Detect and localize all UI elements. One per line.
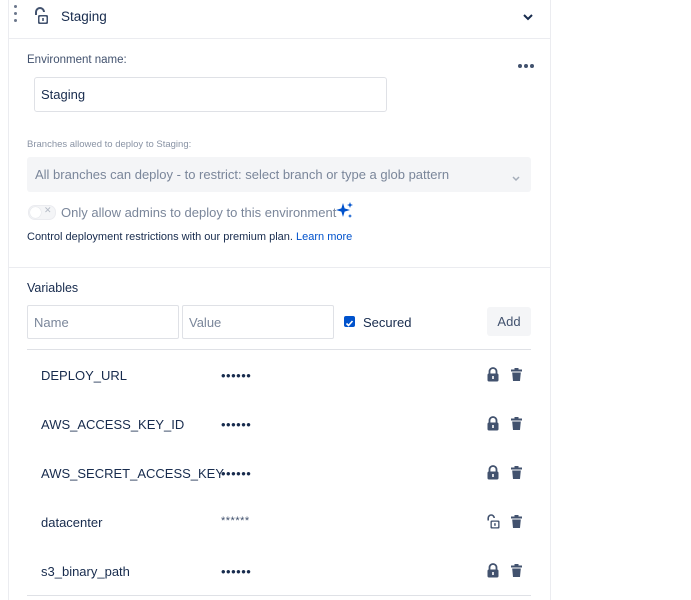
admins-only-toggle[interactable]: ✕ (28, 205, 56, 220)
branch-select[interactable]: All branches can deploy - to restrict: s… (27, 157, 531, 192)
variable-value: •••••• (221, 417, 252, 432)
lock-icon[interactable] (487, 416, 499, 436)
lock-open-icon[interactable] (487, 514, 500, 534)
variable-name: AWS_SECRET_ACCESS_KEY (41, 466, 225, 481)
lock-open-icon (33, 7, 49, 30)
variable-name: s3_binary_path (41, 564, 130, 579)
table-row: s3_binary_path •••••• (27, 546, 531, 595)
environment-title: Staging (61, 9, 107, 24)
variable-name: AWS_ACCESS_KEY_ID (41, 417, 185, 432)
environment-name-input[interactable] (34, 77, 387, 112)
add-variable-button[interactable]: Add (487, 307, 531, 336)
sparkle-icon (335, 201, 355, 226)
variable-name: datacenter (41, 515, 103, 530)
drag-handle-icon[interactable] (13, 5, 19, 27)
table-row: AWS_ACCESS_KEY_ID •••••• (27, 399, 531, 448)
trash-icon[interactable] (511, 368, 522, 386)
variable-value-input[interactable] (182, 305, 334, 339)
table-row: DEPLOY_URL •••••• (27, 350, 531, 399)
environment-panel: Staging Environment name: Branches allow… (8, 0, 551, 600)
more-horizontal-icon[interactable] (517, 56, 535, 74)
learn-more-link[interactable]: Learn more (296, 231, 352, 243)
variable-value: ****** (221, 515, 250, 527)
variable-name-input[interactable] (27, 305, 179, 339)
variable-value: •••••• (221, 564, 252, 579)
variable-list: DEPLOY_URL •••••• AWS_ACCESS_KEY_ID ••••… (27, 350, 531, 595)
variable-name: DEPLOY_URL (41, 368, 127, 383)
section-divider (9, 267, 550, 268)
trash-icon[interactable] (511, 515, 522, 533)
premium-plan-text: Control deployment restrictions with our… (27, 231, 352, 243)
table-row: datacenter ****** (27, 497, 531, 546)
lock-icon[interactable] (487, 367, 499, 387)
close-icon: ✕ (44, 205, 52, 215)
variables-title: Variables (27, 281, 79, 295)
toggle-knob (30, 207, 41, 218)
environment-header[interactable]: Staging (9, 0, 550, 39)
variable-value: •••••• (221, 466, 252, 481)
chevron-down-icon[interactable] (522, 10, 534, 28)
table-row: AWS_SECRET_ACCESS_KEY •••••• (27, 448, 531, 497)
environment-name-label: Environment name: (27, 54, 127, 66)
secured-checkbox[interactable] (344, 316, 355, 327)
bottom-divider (27, 595, 531, 596)
premium-plan-message: Control deployment restrictions with our… (27, 231, 297, 243)
trash-icon[interactable] (511, 564, 522, 582)
branches-label: Branches allowed to deploy to Staging: (27, 139, 192, 150)
branch-select-placeholder: All branches can deploy - to restrict: s… (35, 167, 450, 182)
admins-only-label: Only allow admins to deploy to this envi… (61, 205, 337, 220)
variable-value: •••••• (221, 368, 252, 383)
lock-icon[interactable] (487, 465, 499, 485)
secured-label: Secured (363, 315, 412, 330)
chevron-down-icon (511, 170, 521, 188)
trash-icon[interactable] (511, 417, 522, 435)
trash-icon[interactable] (511, 466, 522, 484)
lock-icon[interactable] (487, 563, 499, 583)
